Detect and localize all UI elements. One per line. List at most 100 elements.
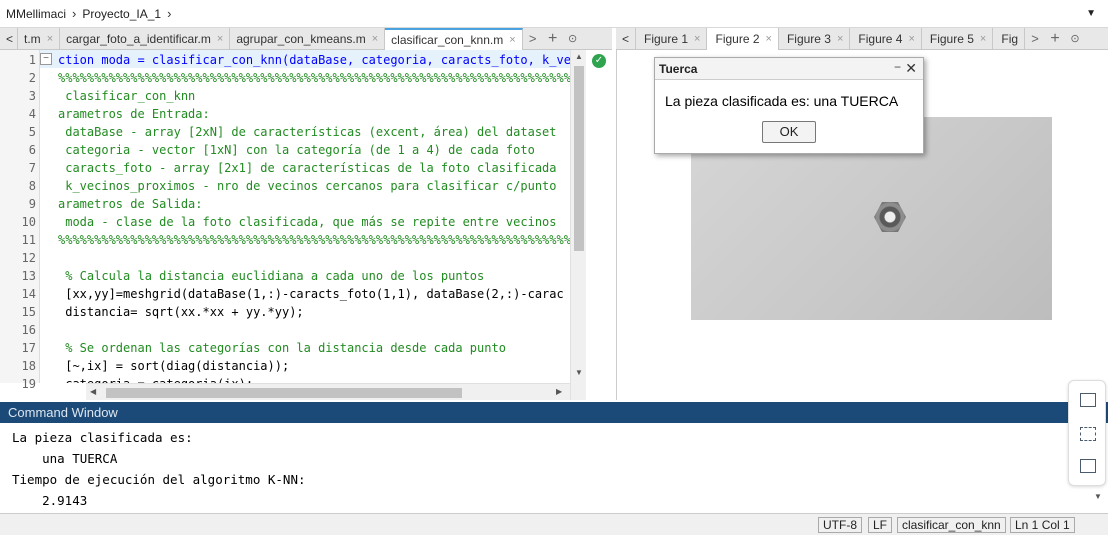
- status-bar: UTF-8 LF clasificar_con_knn Ln 1 Col 1: [0, 513, 1108, 535]
- scroll-left-icon[interactable]: ◀: [90, 387, 96, 396]
- tab-label: agrupar_con_kmeans.m: [236, 31, 366, 46]
- tab-scroll-right-icon[interactable]: >: [523, 28, 543, 49]
- line-number: 19: [21, 377, 36, 391]
- figure-panel: Tuerca − ✕ La pieza clasificada es: una …: [616, 50, 1108, 400]
- close-icon[interactable]: ×: [908, 33, 914, 45]
- code-line: caracts_foto - array [2x1] de caracterís…: [58, 161, 557, 175]
- ok-button[interactable]: OK: [762, 121, 816, 143]
- tab-scroll-left-icon[interactable]: <: [616, 28, 637, 49]
- line-number: 4: [28, 107, 36, 121]
- close-icon[interactable]: ×: [217, 33, 223, 45]
- tab-clasificar-knn[interactable]: clasificar_con_knn.m ×: [385, 28, 523, 50]
- minimize-panel-icon[interactable]: [1080, 427, 1096, 441]
- dialog-title: Tuerca: [655, 58, 923, 80]
- code-line: categoria - vector [1xN] con la categorí…: [58, 143, 535, 157]
- close-icon[interactable]: ×: [837, 33, 843, 45]
- tab-label: Figure 4: [858, 31, 903, 46]
- tab-label: Figure 3: [786, 31, 831, 46]
- tab-label: Figure 5: [929, 31, 974, 46]
- minimize-icon[interactable]: −: [894, 60, 901, 74]
- tab-scroll-left-icon[interactable]: <: [0, 28, 19, 49]
- code-line: % Se ordenan las categorías con la dista…: [58, 341, 506, 355]
- code-line: distancia= sqrt(xx.*xx + yy.*yy);: [58, 305, 304, 319]
- command-output-line: 2.9143: [12, 493, 88, 508]
- line-number: 2: [28, 71, 36, 85]
- line-number: 9: [28, 197, 36, 211]
- vertical-scrollbar[interactable]: ▲ ▼: [570, 50, 586, 400]
- tab-label: clasificar_con_knn.m: [391, 33, 504, 47]
- scroll-right-icon[interactable]: ▶: [556, 387, 562, 396]
- line-number: 1: [28, 53, 36, 67]
- line-number: 5: [28, 125, 36, 139]
- file-indicator[interactable]: clasificar_con_knn: [897, 517, 1006, 533]
- line-number: 10: [21, 215, 36, 229]
- tab-agrupar-kmeans[interactable]: agrupar_con_kmeans.m ×: [230, 28, 386, 49]
- line-number: 12: [21, 251, 36, 265]
- close-icon[interactable]: ✕: [905, 60, 917, 77]
- horizontal-scroll-thumb[interactable]: [106, 388, 462, 398]
- path-dropdown-icon[interactable]: ▼: [1086, 8, 1096, 19]
- add-tab-icon[interactable]: +: [543, 28, 563, 49]
- breadcrumb-separator-icon: ›: [72, 6, 77, 21]
- command-window[interactable]: La pieza clasificada es: una TUERCA Tiem…: [0, 423, 1108, 512]
- command-output-line: una TUERCA: [12, 451, 118, 466]
- code-lines: ction moda = clasificar_con_knn(dataBase…: [58, 50, 570, 383]
- tab-menu-icon[interactable]: ⊙: [563, 28, 583, 49]
- line-number: 3: [28, 89, 36, 103]
- encoding-indicator[interactable]: UTF-8: [818, 517, 862, 533]
- tab-scroll-right-icon[interactable]: >: [1025, 28, 1045, 49]
- close-icon[interactable]: ×: [47, 33, 53, 45]
- code-line: dataBase - array [2xN] de característica…: [58, 125, 557, 139]
- line-number: 6: [28, 143, 36, 157]
- breadcrumb-item-project[interactable]: Proyecto_IA_1: [82, 7, 161, 21]
- code-line: categoria = categoria(ix);: [58, 375, 253, 383]
- tab-figure-3[interactable]: Figure 3 ×: [779, 28, 851, 49]
- code-editor[interactable]: 1 2 3 4 5 6 7 8 9 10 11 12 13 14 15 16 17 18 19 − ction mo…: [0, 50, 586, 400]
- line-number: 18: [21, 359, 36, 373]
- tab-figure-1[interactable]: Figure 1 ×: [636, 28, 708, 49]
- scroll-down-icon[interactable]: ▼: [575, 368, 583, 377]
- code-line: %%%%%%%%%%%%%%%%%%%%%%%%%%%%%%%%%%%%%%%%…: [58, 71, 570, 85]
- line-number: 17: [21, 341, 36, 355]
- line-number: 14: [21, 287, 36, 301]
- tab-figure-5[interactable]: Figure 5 ×: [922, 28, 994, 49]
- code-analyzer-ok-icon[interactable]: ✓: [592, 54, 606, 68]
- close-icon[interactable]: ×: [509, 34, 515, 46]
- code-line: ction moda = clasificar_con_knn(dataBase…: [58, 53, 570, 67]
- tab-menu-icon[interactable]: ⊙: [1065, 28, 1085, 49]
- vertical-scroll-thumb[interactable]: [574, 66, 584, 251]
- result-dialog: Tuerca − ✕ La pieza clasificada es: una …: [654, 57, 924, 154]
- undock-icon[interactable]: [1080, 393, 1096, 407]
- line-number: 11: [21, 233, 36, 247]
- layout-icon[interactable]: [1080, 459, 1096, 473]
- breadcrumb-separator-icon: ›: [167, 6, 172, 21]
- editor-tabbar: < t.m × cargar_foto_a_identificar.m × ag…: [0, 28, 612, 50]
- code-line: arametros de Salida:: [58, 197, 203, 211]
- horizontal-scrollbar[interactable]: ◀ ▶: [86, 383, 570, 400]
- command-window-title: Command Window: [0, 402, 1108, 423]
- code-line: [xx,yy]=meshgrid(dataBase(1,:)-caracts_f…: [58, 287, 564, 301]
- tab-figure-more[interactable]: Fig: [993, 28, 1026, 49]
- tab-label: Figure 2: [715, 32, 760, 46]
- cursor-position-indicator[interactable]: Ln 1 Col 1: [1010, 517, 1075, 533]
- close-icon[interactable]: ×: [980, 33, 986, 45]
- line-ending-indicator[interactable]: LF: [868, 517, 893, 533]
- tab-figure-4[interactable]: Figure 4 ×: [850, 28, 922, 49]
- tab-figure-2[interactable]: Figure 2 ×: [707, 28, 779, 50]
- command-window-toolbar: [1068, 380, 1106, 486]
- tab-cargar-foto[interactable]: cargar_foto_a_identificar.m ×: [60, 28, 231, 49]
- close-icon[interactable]: ×: [766, 33, 772, 45]
- breadcrumb-item-user[interactable]: MMellimaci: [6, 7, 66, 21]
- add-tab-icon[interactable]: +: [1045, 28, 1065, 49]
- tab-label: t.m: [24, 31, 41, 46]
- tab-label: Fig: [1001, 31, 1019, 46]
- scroll-up-icon[interactable]: ▲: [575, 52, 583, 61]
- close-icon[interactable]: ×: [694, 33, 700, 45]
- code-line: % Calcula la distancia euclidiana a cada…: [58, 269, 485, 283]
- tab-t-m[interactable]: t.m ×: [18, 28, 61, 49]
- figure-tabbar: < Figure 1 × Figure 2 × Figure 3 × Figure 4…: [616, 28, 1108, 50]
- scroll-down-icon[interactable]: ▼: [1094, 492, 1102, 501]
- fold-icon[interactable]: −: [40, 53, 52, 65]
- line-number: 8: [28, 179, 36, 193]
- close-icon[interactable]: ×: [372, 33, 378, 45]
